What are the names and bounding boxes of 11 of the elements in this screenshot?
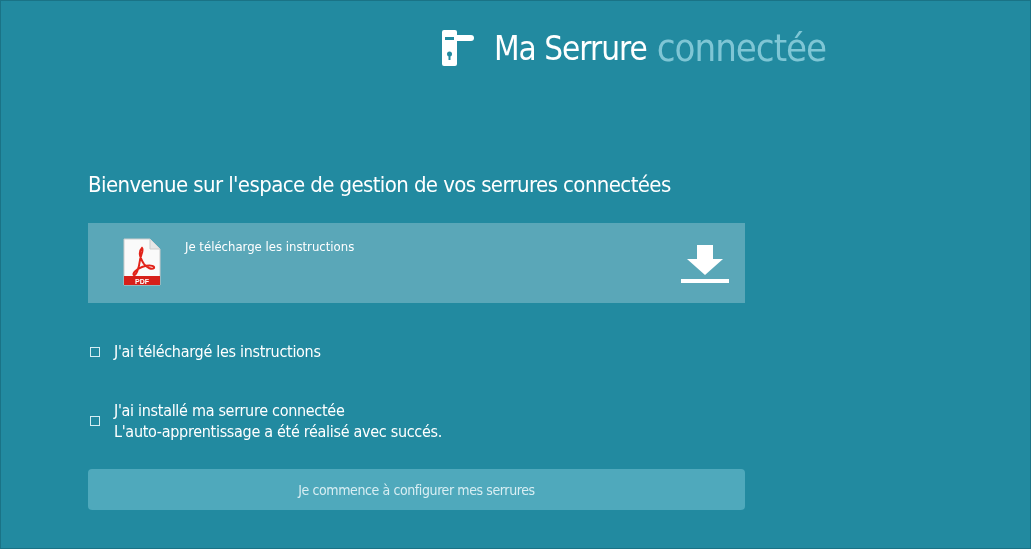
checkbox[interactable] [90,416,100,426]
checkbox[interactable] [90,346,100,357]
checkbox-label: L'auto-apprentissage a été réalisé avec succés. [114,421,442,442]
welcome-heading: Bienvenue sur l'espace de gestion de vos serrures connectées [88,172,672,197]
checkbox-label: J'ai téléchargé les instructions [114,341,321,362]
checkbox-label: J'ai installé ma serrure connectée [114,400,346,421]
door-handle-icon [442,30,474,66]
brand-name: Ma Serrure [494,28,647,68]
download-icon [681,245,729,283]
download-label: Je télécharge les instructions [185,239,355,254]
brand-suffix: connectée [656,26,827,70]
